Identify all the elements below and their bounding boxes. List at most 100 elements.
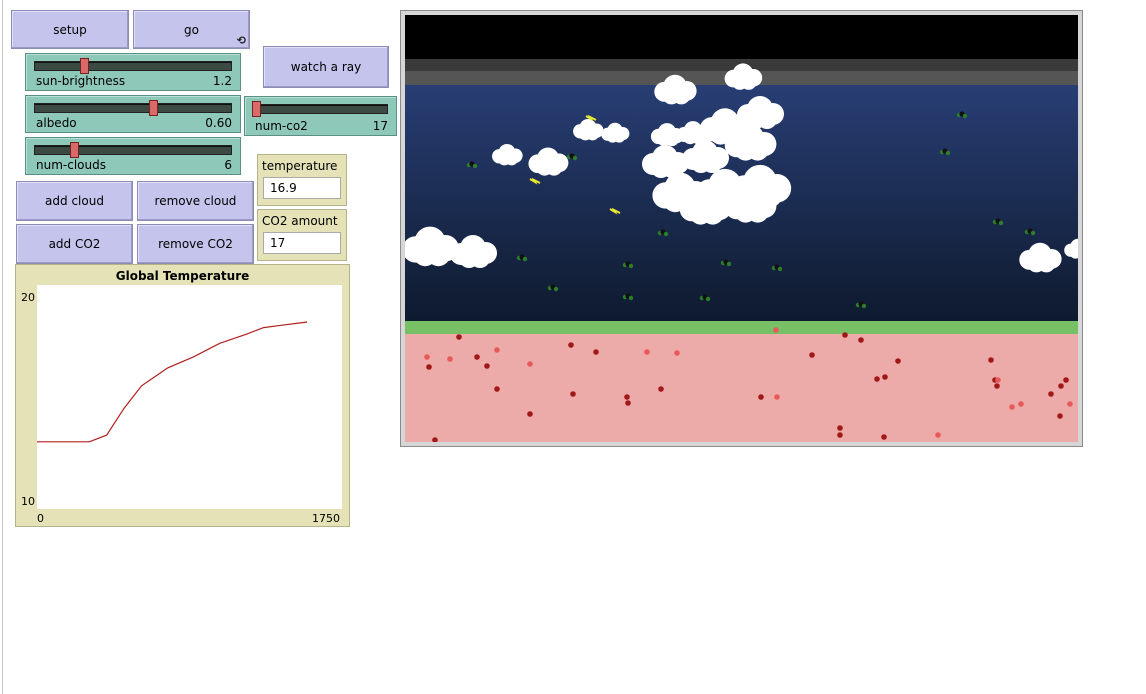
add-cloud-button[interactable]: add cloud (16, 181, 133, 221)
add-cloud-label: add cloud (45, 194, 104, 208)
cloud-puff (426, 242, 451, 267)
num-co2-slider[interactable]: num-co2 17 (244, 96, 397, 136)
slider-track[interactable] (34, 61, 232, 71)
slider-thumb[interactable] (148, 100, 158, 116)
slider-label: num-co2 (255, 119, 308, 133)
co2-atom (726, 261, 732, 267)
setup-button-label: setup (53, 22, 87, 37)
slider-thumb[interactable] (251, 101, 261, 117)
monitor-label: CO2 amount (262, 214, 338, 228)
slider-value: 17 (372, 119, 388, 133)
sun-brightness-slider[interactable]: sun-brightness 1.2 (25, 53, 241, 91)
heat-dot (1057, 413, 1063, 419)
heat-dot (674, 350, 680, 356)
heat-dot (426, 364, 432, 370)
heat-dot (1063, 377, 1069, 383)
go-button[interactable]: go ⟲ (133, 10, 250, 49)
slider-label: num-clouds (36, 158, 106, 172)
cloud-puff (701, 202, 724, 225)
heat-dot (758, 394, 764, 400)
cloud-puff (746, 200, 769, 223)
plot-area (37, 285, 342, 509)
cloud-puff (740, 73, 757, 90)
go-button-label: go (184, 22, 199, 37)
heat-dot (882, 374, 888, 380)
x-min-tick: 0 (37, 512, 44, 525)
num-clouds-slider[interactable]: num-clouds 6 (25, 137, 241, 175)
cloud-puff (664, 132, 679, 147)
remove-co2-button[interactable]: remove CO2 (137, 224, 254, 264)
heat-dot (858, 337, 864, 343)
remove-co2-label: remove CO2 (158, 237, 233, 251)
cloud-puff (672, 86, 691, 105)
slider-track[interactable] (34, 103, 232, 113)
co2-atom (553, 286, 559, 292)
heat-dot (842, 332, 848, 338)
co2-atom (628, 263, 634, 269)
heat-dot (625, 400, 631, 406)
temperature-series-line (37, 321, 308, 443)
slider-label: albedo (36, 116, 77, 130)
co2-atom (663, 231, 669, 237)
heat-dot (988, 357, 994, 363)
heat-dot (474, 354, 480, 360)
cloud-puff (586, 127, 600, 141)
heat-dot (456, 334, 462, 340)
heat-dot (424, 354, 430, 360)
heat-dot (494, 347, 500, 353)
monitor-value: 16.9 (263, 177, 341, 199)
slider-label: sun-brightness (36, 74, 126, 88)
heat-dot (593, 349, 599, 355)
heat-dot (1048, 391, 1054, 397)
heat-dot (837, 425, 843, 431)
heat-dot (570, 391, 576, 397)
cloud-puff (702, 153, 722, 173)
heat-dot (774, 394, 780, 400)
co2-atom (998, 220, 1004, 226)
slider-thumb[interactable] (79, 58, 89, 74)
slider-thumb[interactable] (69, 142, 79, 158)
add-co2-button[interactable]: add CO2 (16, 224, 133, 264)
co2-atom (861, 303, 867, 309)
plot-svg (37, 321, 308, 443)
co2-atom (777, 266, 783, 272)
cloud-puff (613, 130, 626, 143)
cloud-puff (1037, 254, 1056, 273)
cloud-puff (545, 158, 563, 176)
cloud-puff (470, 248, 490, 268)
remove-cloud-button[interactable]: remove cloud (137, 181, 254, 221)
slider-track[interactable] (34, 145, 232, 155)
heat-dot (527, 361, 533, 367)
setup-button[interactable]: setup (11, 10, 129, 49)
cloud-puff (505, 152, 519, 166)
world-view-frame (400, 10, 1083, 447)
world-svg (405, 15, 1078, 442)
slider-track[interactable] (253, 104, 388, 114)
cloud-puff (746, 138, 769, 161)
window-left-edge (2, 0, 3, 694)
heat-dot (1009, 404, 1015, 410)
heat-dot (527, 411, 533, 417)
heat-dot (995, 377, 1001, 383)
global-temperature-plot: Global Temperature 20 10 0 1750 (15, 264, 350, 527)
world-view[interactable] (405, 15, 1078, 442)
heat-dot (568, 342, 574, 348)
monitor-value: 17 (263, 232, 341, 254)
co2-atom (962, 113, 968, 119)
heat-dot (809, 352, 815, 358)
slider-value: 1.2 (212, 74, 232, 88)
cloud-puff (757, 109, 777, 129)
space-band (405, 15, 1078, 59)
watch-ray-button-label: watch a ray (290, 60, 362, 74)
plot-title: Global Temperature (115, 269, 250, 283)
albedo-slider[interactable]: albedo 0.60 (25, 95, 241, 133)
heat-dot (1058, 383, 1064, 389)
heat-dot (935, 432, 941, 438)
watch-ray-button[interactable]: watch a ray (263, 46, 389, 88)
heat-dot (624, 394, 630, 400)
heat-dot (447, 356, 453, 362)
earth-surface (405, 321, 1078, 334)
heat-dot (658, 386, 664, 392)
temperature-monitor: temperature 16.9 (257, 154, 347, 206)
monitor-label: temperature (262, 159, 338, 173)
